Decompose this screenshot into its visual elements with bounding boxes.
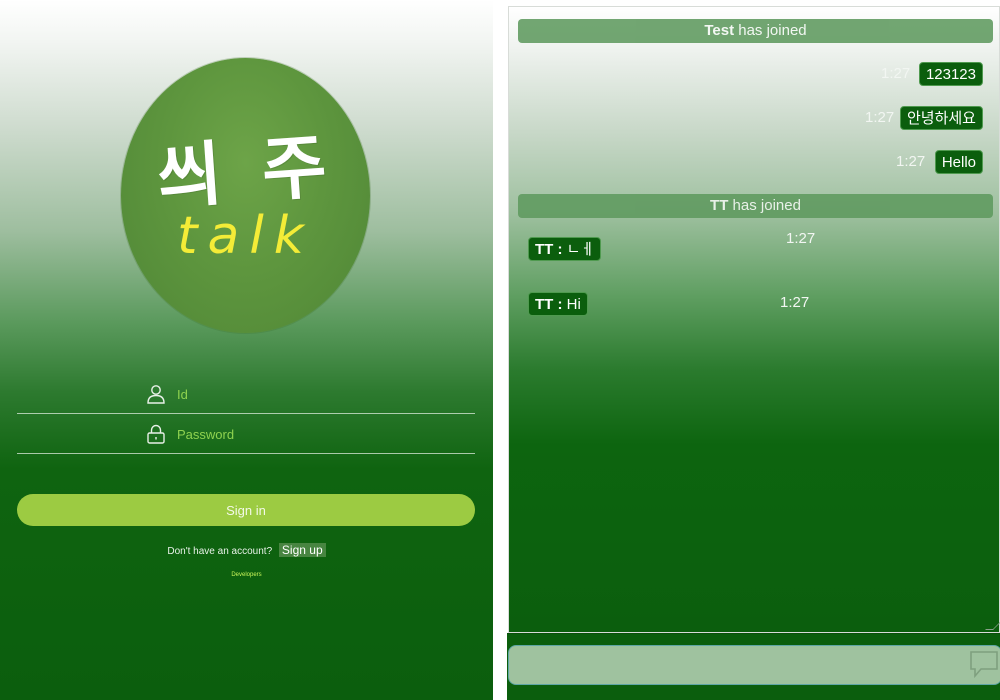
join-user-name: TT xyxy=(710,197,729,214)
message-input-bar xyxy=(507,633,1000,700)
message-sender: TT xyxy=(535,241,554,258)
message-time: 1:27 xyxy=(881,65,911,82)
message-separator: : xyxy=(553,296,567,313)
message-text: ㄴㅔ xyxy=(566,241,595,258)
message-time: 1:27 xyxy=(865,109,895,126)
logo-talk: talk xyxy=(177,206,314,266)
join-notice: TT has joined xyxy=(518,194,993,218)
message-separator: : xyxy=(553,241,567,258)
resize-handle[interactable] xyxy=(985,622,1000,630)
id-field xyxy=(17,374,475,414)
message-sender: TT xyxy=(535,296,554,313)
chat-log[interactable]: Test has joined 1:27 123123 1:27 안녕하세요 1… xyxy=(508,6,1000,633)
sign-in-button[interactable]: Sign in xyxy=(17,494,475,526)
signup-prompt: Don't have an account? Sign up xyxy=(0,543,493,557)
message-time: 1:27 xyxy=(786,230,816,247)
join-text: has joined xyxy=(728,197,801,214)
my-message-bubble: 안녕하세요 xyxy=(899,106,983,130)
message-input[interactable] xyxy=(508,645,1000,685)
join-text: has joined xyxy=(734,22,807,39)
lock-icon xyxy=(145,423,167,445)
password-field xyxy=(17,414,475,454)
message-time: 1:27 xyxy=(896,153,926,170)
account-prompt-text: Don't have an account? xyxy=(167,546,273,557)
developers-link[interactable]: Developers xyxy=(0,572,493,578)
chat-bubble-icon[interactable] xyxy=(968,649,1000,679)
my-message-bubble: 123123 xyxy=(918,62,983,86)
app-root: 씌 주 talk Sign in xyxy=(0,0,1000,700)
app-logo: 씌 주 talk xyxy=(121,58,370,333)
login-panel: 씌 주 talk Sign in xyxy=(0,0,493,700)
message-text: Hi xyxy=(566,296,581,313)
message-time: 1:27 xyxy=(780,294,810,311)
password-input[interactable] xyxy=(177,422,457,446)
other-message-bubble: TT : Hi xyxy=(528,292,588,316)
id-input[interactable] xyxy=(177,382,457,406)
other-message-bubble: TT : ㄴㅔ xyxy=(528,237,602,261)
sign-up-link[interactable]: Sign up xyxy=(278,543,326,557)
join-notice: Test has joined xyxy=(518,19,993,43)
join-user-name: Test xyxy=(704,22,735,39)
my-message-bubble: Hello xyxy=(934,150,983,174)
user-icon xyxy=(145,383,167,405)
